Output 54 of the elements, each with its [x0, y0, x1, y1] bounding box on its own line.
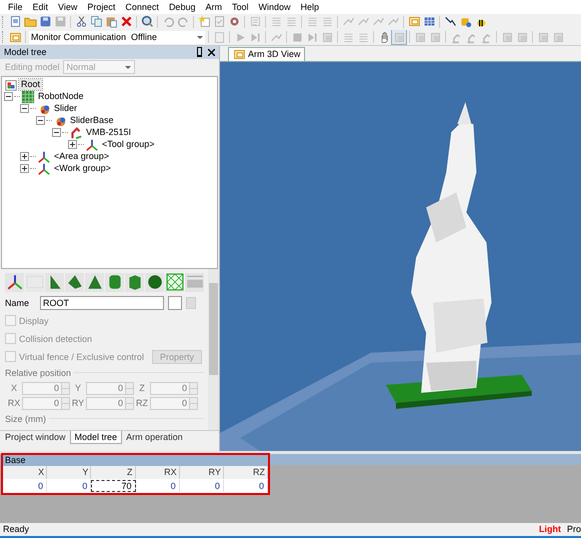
menu-item[interactable]: View [53, 0, 82, 14]
panel-title: Base [3, 454, 268, 466]
menu-item[interactable]: Project [82, 0, 120, 14]
tab[interactable]: Model tree [70, 430, 122, 444]
field-label: RX [7, 398, 21, 408]
column-header[interactable]: RY [180, 466, 224, 479]
tree-item[interactable]: Slider [52, 103, 80, 114]
tree-item[interactable]: <Work group> [52, 163, 113, 174]
table-cell[interactable]: 0 [47, 480, 92, 492]
checkbox-label: Display [19, 316, 49, 326]
monitor-dropdown[interactable]: Monitor Communication Offline [29, 30, 205, 44]
name-field[interactable]: ROOT [40, 296, 164, 310]
column-header[interactable]: Y [47, 466, 92, 479]
table-cell[interactable]: 0 [224, 480, 268, 492]
status-message: Ready [3, 524, 30, 534]
field-label: Editing model [5, 62, 60, 72]
field-label: X [10, 383, 18, 394]
column-header[interactable]: Z [91, 466, 136, 479]
menu-item[interactable]: Window [253, 0, 296, 14]
menu-item[interactable]: Help [296, 0, 324, 14]
status-indicator: Pro [566, 524, 581, 534]
menu-item[interactable]: Edit [28, 0, 54, 14]
menu-item[interactable]: File [3, 0, 28, 14]
group-title: Relative position [5, 368, 72, 378]
column-header[interactable]: RX [136, 466, 180, 479]
table-cell[interactable]: 0 [136, 480, 180, 492]
status-indicator: Light [538, 524, 562, 534]
tab[interactable]: Arm 3D View [228, 46, 306, 61]
tree-item[interactable]: Root [19, 79, 42, 90]
checkbox-label: Virtual fence / Exclusive control [19, 352, 144, 362]
column-header[interactable]: X [3, 466, 48, 479]
field-label: Y [74, 383, 82, 394]
tree-item[interactable]: RobotNode [36, 91, 86, 102]
tab[interactable]: Arm operation [122, 430, 187, 443]
group-title: Size (mm) [5, 414, 46, 424]
menu-item[interactable]: Tool [226, 0, 254, 14]
menu-item[interactable]: Debug [164, 0, 200, 14]
table-cell[interactable]: 0 [3, 480, 48, 492]
tree-item[interactable]: VMB-2515I [84, 127, 134, 138]
field-label: RY [71, 398, 85, 408]
tree-item[interactable]: <Area group> [52, 151, 112, 162]
table-cell[interactable]: 70 [91, 480, 136, 492]
table-cell[interactable]: 0 [180, 480, 224, 492]
panel-title: Model tree [4, 47, 48, 58]
field-label: RZ [135, 398, 149, 408]
field-label: Name [5, 298, 30, 308]
checkbox-label: Collision detection [19, 334, 92, 344]
field-label: Z [138, 383, 146, 394]
tree-item[interactable]: <Tool group> [100, 139, 157, 150]
menu-item[interactable]: Connect [120, 0, 164, 14]
tab[interactable]: Project window [1, 430, 70, 443]
column-header[interactable]: RZ [224, 466, 268, 479]
tree-item[interactable]: SliderBase [68, 115, 116, 126]
menu-item[interactable]: Arm [200, 0, 227, 14]
